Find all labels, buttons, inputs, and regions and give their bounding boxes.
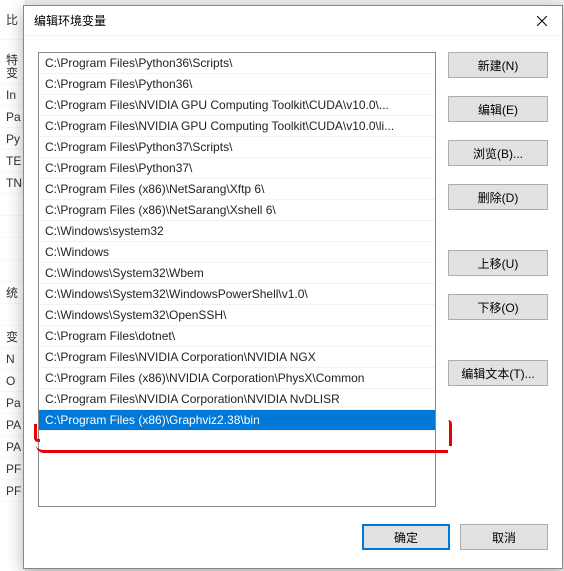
background-label	[0, 238, 25, 260]
background-label: PA	[0, 414, 25, 436]
path-row[interactable]: C:\Program Files\Python37\Scripts\	[39, 137, 435, 158]
path-row[interactable]: C:\Program Files\Python37\	[39, 158, 435, 179]
path-row[interactable]: C:\Windows\System32\WindowsPowerShell\v1…	[39, 284, 435, 305]
path-row[interactable]: C:\Program Files\NVIDIA Corporation\NVID…	[39, 389, 435, 410]
cancel-button[interactable]: 取消	[460, 524, 548, 550]
background-label: Py	[0, 128, 25, 150]
close-icon	[537, 16, 547, 26]
close-button[interactable]	[528, 10, 556, 32]
path-listbox[interactable]: C:\Program Files\Python36\Scripts\C:\Pro…	[38, 52, 436, 507]
path-row[interactable]: C:\Program Files\NVIDIA GPU Computing To…	[39, 116, 435, 137]
path-row[interactable]: C:\Program Files\NVIDIA GPU Computing To…	[39, 95, 435, 116]
path-row[interactable]: C:\Program Files (x86)\NetSarang\Xftp 6\	[39, 179, 435, 200]
path-row[interactable]: C:\Program Files (x86)\NetSarang\Xshell …	[39, 200, 435, 221]
background-label: O	[0, 370, 25, 392]
path-row[interactable]: C:\Program Files\Python36\	[39, 74, 435, 95]
background-label: N	[0, 348, 25, 370]
side-button-column: 新建(N) 编辑(E) 浏览(B)... 删除(D) 上移(U) 下移(O) 编…	[448, 52, 548, 508]
background-label	[0, 260, 25, 282]
move-down-button[interactable]: 下移(O)	[448, 294, 548, 320]
background-label: 变	[0, 326, 25, 348]
background-label: TN	[0, 172, 25, 194]
dialog-title: 编辑环境变量	[34, 12, 106, 29]
background-label: Pa	[0, 392, 25, 414]
ok-button[interactable]: 确定	[362, 524, 450, 550]
path-row[interactable]: C:\Program Files\Python36\Scripts\	[39, 53, 435, 74]
dialog-body: C:\Program Files\Python36\Scripts\C:\Pro…	[24, 36, 562, 518]
background-label	[0, 216, 25, 238]
background-label: PF	[0, 480, 25, 502]
path-row[interactable]: C:\Program Files\dotnet\	[39, 326, 435, 347]
background-label: 比特	[0, 0, 25, 40]
dialog-footer: 确定 取消	[24, 518, 562, 568]
move-up-button[interactable]: 上移(U)	[448, 250, 548, 276]
background-label: 统	[0, 282, 25, 304]
edit-text-button[interactable]: 编辑文本(T)...	[448, 360, 548, 386]
background-label: PF	[0, 458, 25, 480]
background-label	[0, 194, 25, 216]
new-button[interactable]: 新建(N)	[448, 52, 548, 78]
edit-button[interactable]: 编辑(E)	[448, 96, 548, 122]
browse-button[interactable]: 浏览(B)...	[448, 140, 548, 166]
background-label: TE	[0, 150, 25, 172]
background-label: Pa	[0, 106, 25, 128]
edit-env-var-dialog: 编辑环境变量 C:\Program Files\Python36\Scripts…	[23, 5, 563, 569]
path-row[interactable]: C:\Windows\System32\OpenSSH\	[39, 305, 435, 326]
background-label: 变	[0, 62, 25, 84]
background-label	[0, 304, 25, 326]
background-label: PA	[0, 436, 25, 458]
path-row[interactable]: C:\Program Files\NVIDIA Corporation\NVID…	[39, 347, 435, 368]
dialog-titlebar: 编辑环境变量	[24, 6, 562, 36]
path-row[interactable]: C:\Windows\System32\Wbem	[39, 263, 435, 284]
delete-button[interactable]: 删除(D)	[448, 184, 548, 210]
path-row[interactable]: C:\Program Files (x86)\NVIDIA Corporatio…	[39, 368, 435, 389]
background-label: In	[0, 84, 25, 106]
path-row[interactable]: C:\Program Files (x86)\Graphviz2.38\bin	[39, 410, 435, 431]
path-row[interactable]: C:\Windows\system32	[39, 221, 435, 242]
path-row[interactable]: C:\Windows	[39, 242, 435, 263]
